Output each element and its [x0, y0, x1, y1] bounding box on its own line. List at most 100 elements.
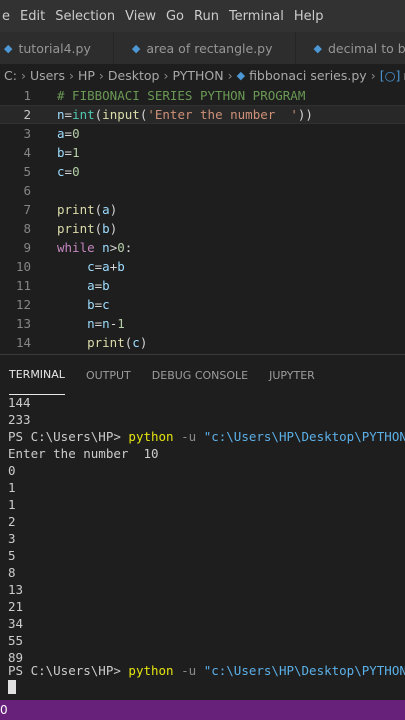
breadcrumb-desktop[interactable]: Desktop — [108, 68, 160, 83]
terminal-output-line: 144 — [8, 395, 31, 410]
python-file-icon: ◆ — [131, 41, 141, 55]
line-number: 2 — [23, 107, 31, 122]
code-text: c=a+b — [87, 259, 125, 274]
terminal-output-line: 34 — [8, 616, 24, 631]
code-editor[interactable]: 1 # FIBBONACI SERIES PYTHON PROGRAM 2 n=… — [0, 86, 405, 354]
tab-terminal[interactable]: TERMINAL — [9, 355, 65, 395]
breadcrumb-users[interactable]: Users — [30, 68, 65, 83]
code-line: 10 c=a+b — [0, 257, 405, 276]
code-text: print(c) — [87, 335, 148, 350]
chevron-right-icon: › — [98, 67, 104, 83]
terminal-output-line: 55 — [8, 633, 24, 648]
status-text[interactable]: 0 — [0, 703, 8, 717]
terminal-cursor — [8, 680, 16, 694]
terminal-output-line: 8 — [8, 565, 16, 580]
code-line: 7 print(a) — [0, 200, 405, 219]
code-line: 3 a=0 — [0, 124, 405, 143]
command-path: "c:\Users\HP\Desktop\PYTHON\fibb — [203, 429, 405, 444]
terminal-output-line: 3 — [8, 531, 16, 546]
terminal-input-line: Enter the number 10 — [8, 446, 159, 461]
breadcrumb: C: › Users › HP › Desktop › PYTHON › ◆ f… — [0, 64, 405, 86]
breadcrumb-file[interactable]: fibbonaci series.py — [249, 68, 367, 83]
python-file-icon: ◆ — [313, 41, 322, 55]
line-number: 7 — [23, 202, 31, 217]
code-text: print(b) — [57, 221, 118, 236]
chevron-right-icon: › — [20, 67, 26, 83]
code-line: 4 b=1 — [0, 143, 405, 162]
line-number: 11 — [15, 278, 31, 293]
code-text: print(a) — [57, 202, 118, 217]
terminal-output-line: 1 — [8, 497, 16, 512]
code-line: 8 print(b) — [0, 219, 405, 238]
menu-terminal[interactable]: Terminal — [221, 9, 292, 24]
code-text: while n>0: — [57, 240, 133, 255]
menu-selection[interactable]: Selection — [47, 9, 123, 24]
tab-debug-console[interactable]: DEBUG CONSOLE — [152, 355, 248, 395]
python-file-icon: ◆ — [4, 41, 13, 55]
terminal-output-line: 1 — [8, 480, 16, 495]
terminal-prompt-line: PS C:\Users\HP> python -u "c:\Users\HP\D… — [8, 428, 405, 445]
chevron-right-icon: › — [370, 67, 376, 83]
code-line: 11 a=b — [0, 276, 405, 295]
line-number: 6 — [23, 183, 31, 198]
command-text: python — [128, 429, 174, 444]
code-text: b=1 — [57, 145, 80, 160]
menu-view[interactable]: View — [117, 9, 164, 24]
terminal-prompt-line: PS C:\Users\HP> python -u "c:\Users\HP\D… — [8, 662, 405, 679]
code-line-current: 2 n=int(input('Enter the number ')) — [0, 105, 405, 124]
command-flag: -u — [173, 429, 204, 444]
tab-label: tutorial4.py — [18, 40, 91, 56]
code-line: 9 while n>0: — [0, 238, 405, 257]
code-text: a=b — [87, 278, 110, 293]
command-text: python — [128, 663, 174, 678]
breadcrumb-python[interactable]: PYTHON — [172, 68, 223, 83]
breadcrumb-drive[interactable]: C: — [4, 68, 17, 83]
symbol-variable-icon: [○] — [379, 67, 401, 83]
chevron-right-icon: › — [227, 67, 233, 83]
line-number: 4 — [23, 145, 31, 160]
line-number: 14 — [15, 335, 31, 350]
code-text: n=int(input('Enter the number ')) — [57, 107, 313, 122]
tab-jupyter[interactable]: JUPYTER — [269, 355, 315, 395]
code-line: 12 b=c — [0, 295, 405, 314]
terminal-output-line: 13 — [8, 582, 24, 597]
code-line: 13 n=n-1 — [0, 314, 405, 333]
code-line: 1 # FIBBONACI SERIES PYTHON PROGRAM — [0, 86, 405, 105]
terminal-output-line: 5 — [8, 548, 16, 563]
status-bar: 0 — [0, 700, 405, 720]
terminal-output-line: 21 — [8, 599, 24, 614]
line-number: 1 — [23, 88, 31, 103]
line-number: 12 — [15, 297, 31, 312]
chevron-right-icon: › — [163, 67, 169, 83]
code-text: b=c — [87, 297, 110, 312]
code-text: n=n-1 — [87, 316, 125, 331]
line-number: 9 — [23, 240, 31, 255]
terminal-output-line: 233 — [8, 412, 31, 427]
menu-help[interactable]: Help — [286, 9, 332, 24]
tab-area-of-rectangle[interactable]: ◆ area of rectangle.py — [113, 32, 296, 64]
breadcrumb-hp[interactable]: HP — [78, 68, 95, 83]
tab-decimal-to-binary[interactable]: ◆ decimal to bina — [295, 32, 405, 64]
code-line: 5 c=0 — [0, 162, 405, 181]
python-file-icon: ◆ — [236, 68, 246, 82]
menu-bar: e Edit Selection View Go Run Terminal He… — [0, 0, 405, 32]
code-text: # FIBBONACI SERIES PYTHON PROGRAM — [57, 88, 306, 103]
editor-tab-bar: ◆ tutorial4.py ◆ area of rectangle.py ◆ … — [0, 32, 405, 64]
chevron-right-icon: › — [68, 67, 74, 83]
terminal-panel[interactable]: 144 233 PS C:\Users\HP> python -u "c:\Us… — [0, 394, 405, 700]
command-path: "c:\Users\HP\Desktop\PYTHON\fibb — [203, 663, 405, 678]
code-text: a=0 — [57, 126, 80, 141]
line-number: 3 — [23, 126, 31, 141]
line-number: 8 — [23, 221, 31, 236]
command-flag: -u — [173, 663, 204, 678]
tab-label: decimal to bina — [327, 40, 405, 56]
tab-tutorial4[interactable]: ◆ tutorial4.py — [0, 32, 114, 64]
line-number: 5 — [23, 164, 31, 179]
terminal-output-line: 2 — [8, 514, 16, 529]
code-line: 6 — [0, 181, 405, 200]
line-number: 13 — [15, 316, 31, 331]
terminal-output-line: 0 — [8, 463, 16, 478]
panel-tab-bar: TERMINAL OUTPUT DEBUG CONSOLE JUPYTER — [0, 354, 405, 395]
tab-output[interactable]: OUTPUT — [86, 355, 131, 395]
code-line: 14 print(c) — [0, 333, 405, 352]
